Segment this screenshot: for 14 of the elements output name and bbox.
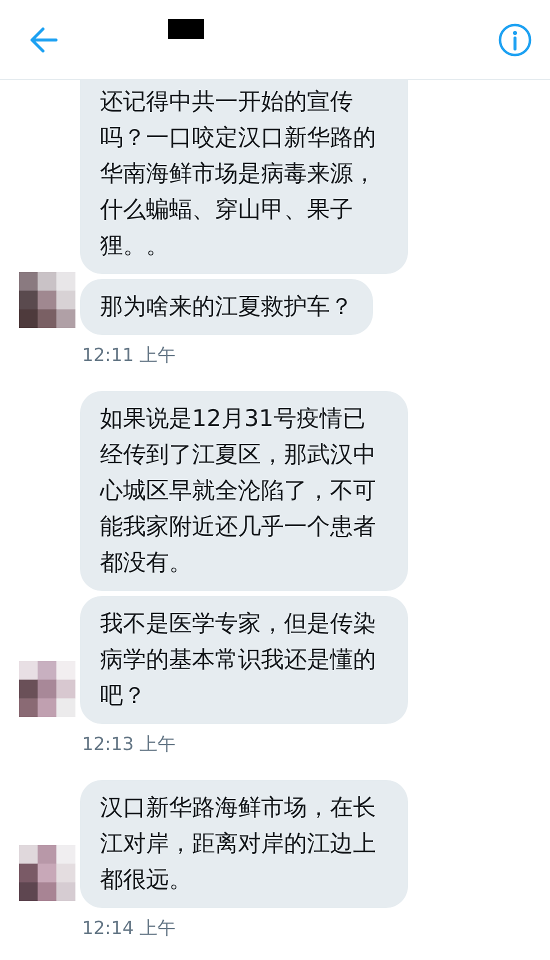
message-bubble: 如果说是12月31号疫情已经传到了江夏区，那武汉中心城区早就全沦陷了，不可能我家附近还几乎一个患者都没有。: [80, 391, 408, 591]
message-time: 12:11 上午: [82, 344, 177, 367]
avatar[interactable]: [18, 845, 76, 901]
message-time: 12:13 上午: [82, 733, 177, 756]
message-bubble: 那为啥来的江夏救护车？: [80, 279, 373, 335]
message-bubble: 还记得中共一开始的宣传吗？一口咬定汉口新华路的华南海鲜市场是病毒来源，什么蝙蝠、穿山甲、果子狸。。: [80, 80, 408, 274]
redacted-title: [168, 18, 204, 38]
back-icon[interactable]: [30, 26, 58, 52]
message-bubble: 汉口新华路海鲜市场，在长江对岸，距离对岸的江边上都很远。: [80, 780, 408, 908]
avatar[interactable]: [18, 272, 76, 328]
info-icon[interactable]: [498, 22, 532, 56]
message-time: 12:14 上午: [82, 917, 177, 940]
message-bubble: 我不是医学专家，但是传染病学的基本常识我还是懂的吧？: [80, 596, 408, 724]
avatar[interactable]: [18, 661, 76, 717]
